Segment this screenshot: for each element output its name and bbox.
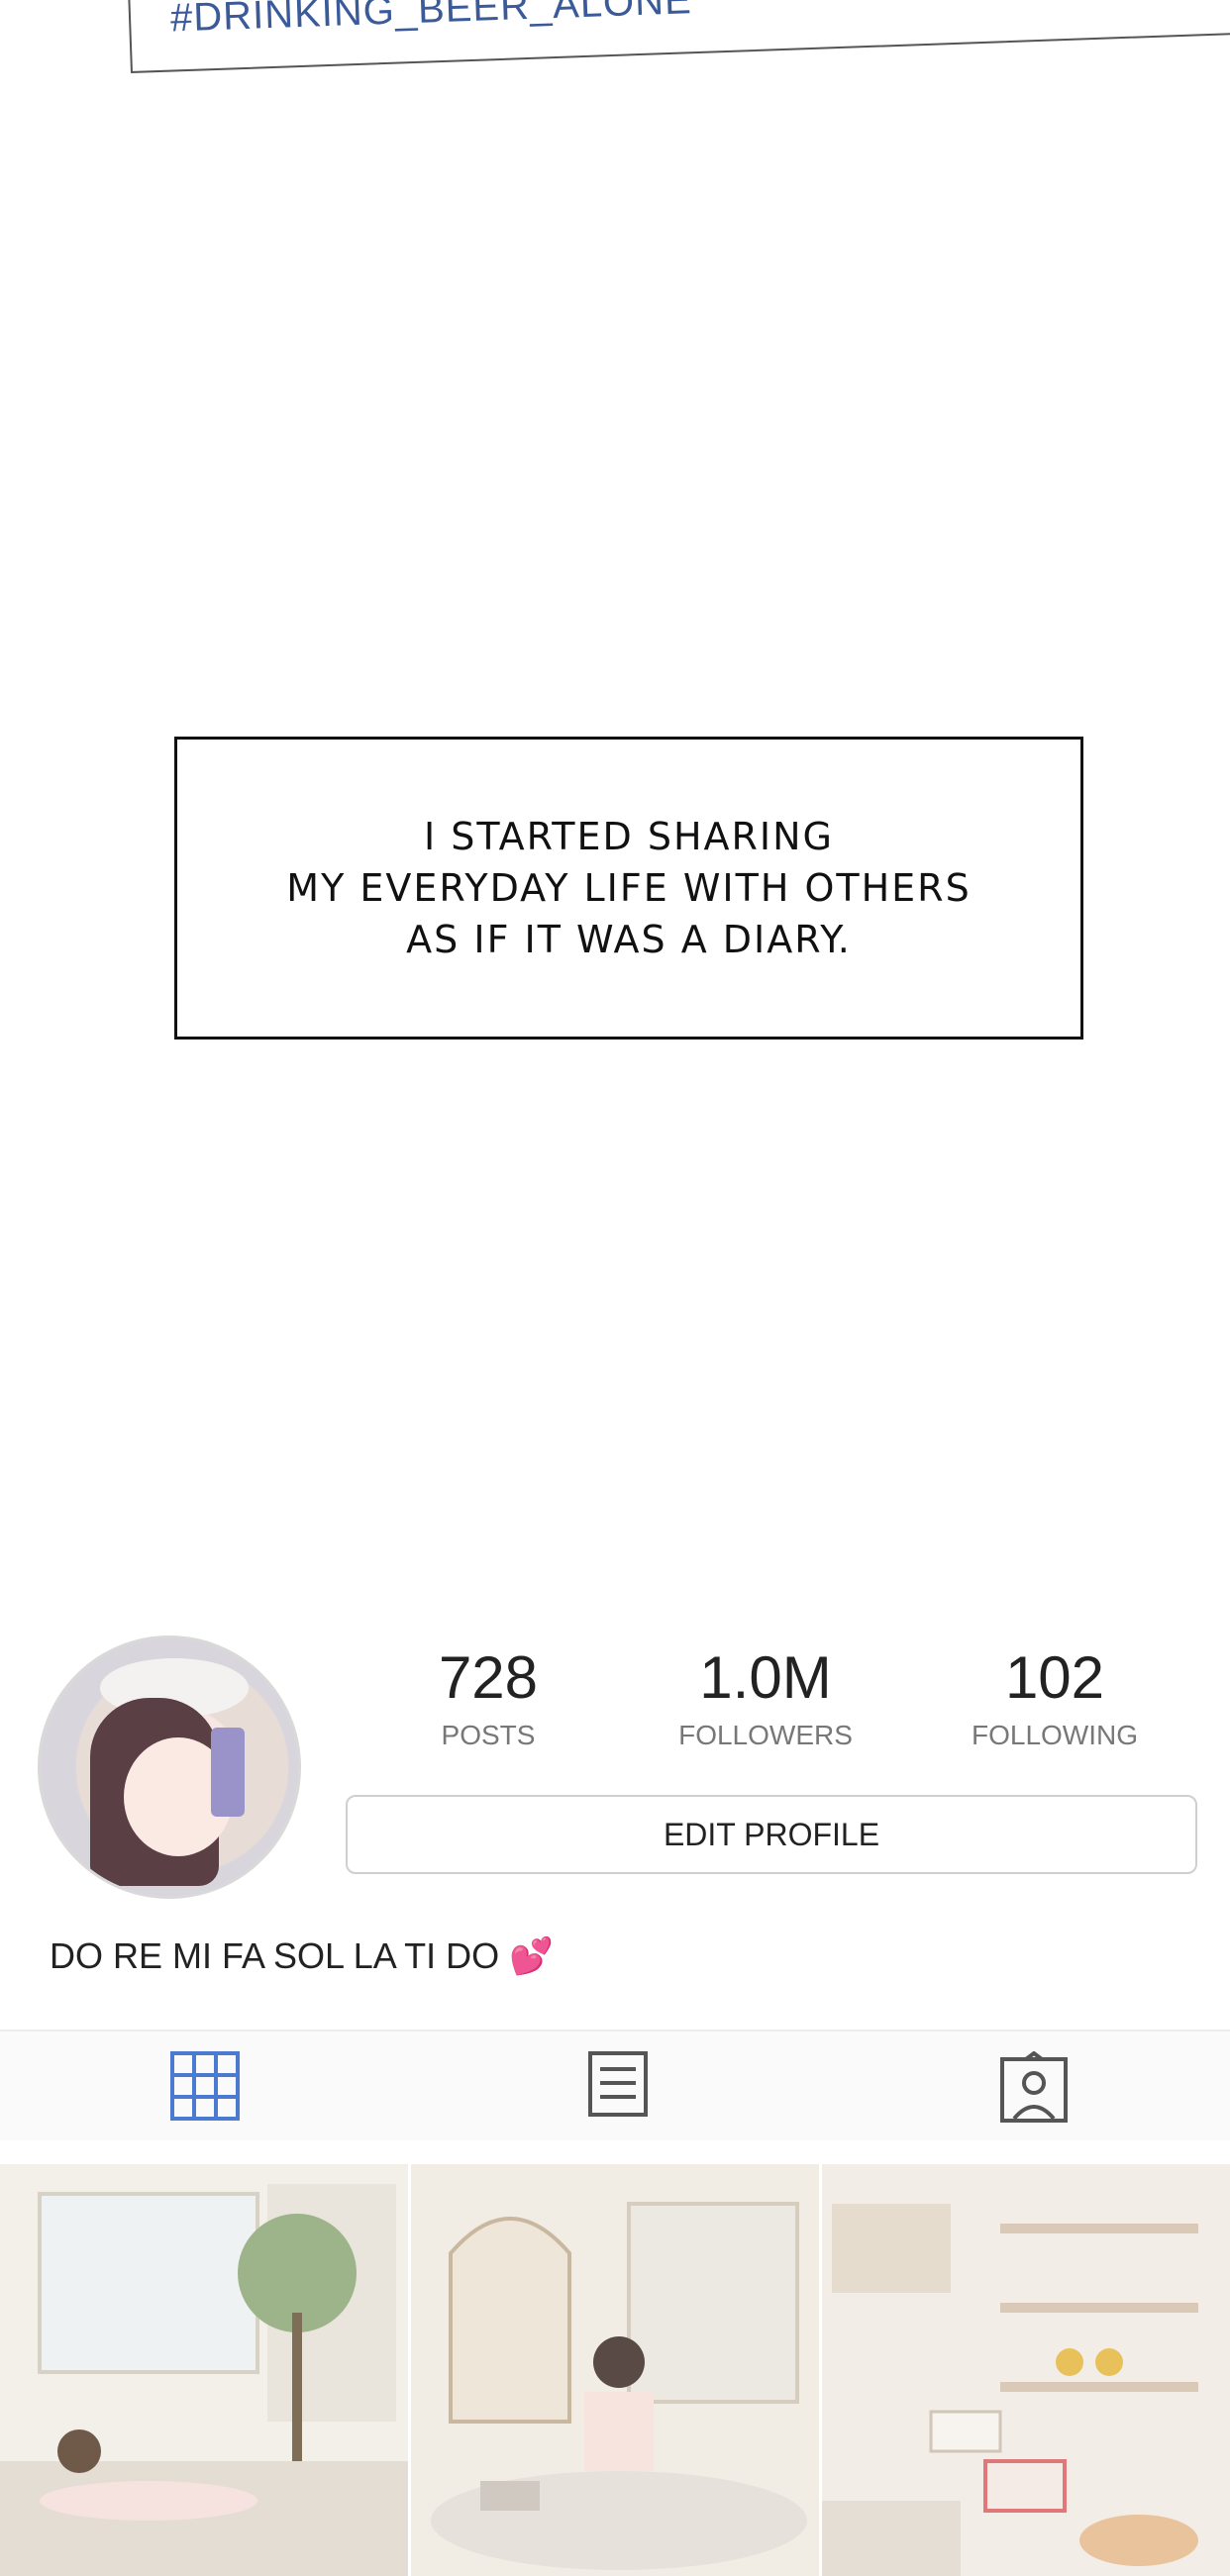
avatar[interactable] [38,1635,301,1899]
post-thumbnail-1[interactable] [0,2164,408,2576]
bio: DO RE MI FA SOL LA TI DO 💕 [50,1935,554,1977]
followers-label: FOLLOWERS [678,1720,853,1750]
tab-list[interactable] [588,2051,658,2121]
post-thumbnail-2[interactable] [411,2164,819,2576]
following-label: FOLLOWING [971,1720,1138,1750]
list-icon [588,2051,648,2117]
bio-text: DO RE MI FA SOL LA TI DO [50,1935,500,1976]
hashtag-panel: #DRINKING_BEER_ALONE [127,0,1230,73]
caption-line: AS IF IT WAS A DIARY. [406,918,852,961]
caption-line: I STARTED SHARING [423,815,835,858]
post-image-desserts [822,2164,1230,2576]
tagged-icon [1000,2050,1068,2123]
following-count: 102 [1004,1644,1105,1711]
avatar-bottle [211,1728,245,1817]
hashtag-text: #DRINKING_BEER_ALONE [169,0,693,41]
caption-line: MY EVERYDAY LIFE WITH OTHERS [286,866,972,910]
caption-box: I STARTED SHARING MY EVERYDAY LIFE WITH … [174,737,1083,1040]
tab-grid[interactable] [170,2051,240,2121]
stat-followers[interactable]: 1.0M FOLLOWERS [652,1643,879,1751]
stat-posts[interactable]: 728 POSTS [374,1643,602,1751]
stat-following[interactable]: 102 FOLLOWING [941,1643,1169,1751]
post-thumbnail-3[interactable] [822,2164,1230,2576]
edit-profile-button[interactable]: EDIT PROFILE [346,1795,1197,1874]
tab-tagged[interactable] [1000,2050,1070,2123]
grid-icon [170,2051,240,2121]
post-image-pool [0,2164,408,2576]
followers-count: 1.0M [699,1644,832,1711]
bio-heart-emoji: 💕 [509,1935,554,1976]
posts-count: 728 [438,1644,539,1711]
post-image-restaurant [411,2164,819,2576]
profile-tab-bar [0,2030,1230,2140]
posts-label: POSTS [441,1720,536,1750]
